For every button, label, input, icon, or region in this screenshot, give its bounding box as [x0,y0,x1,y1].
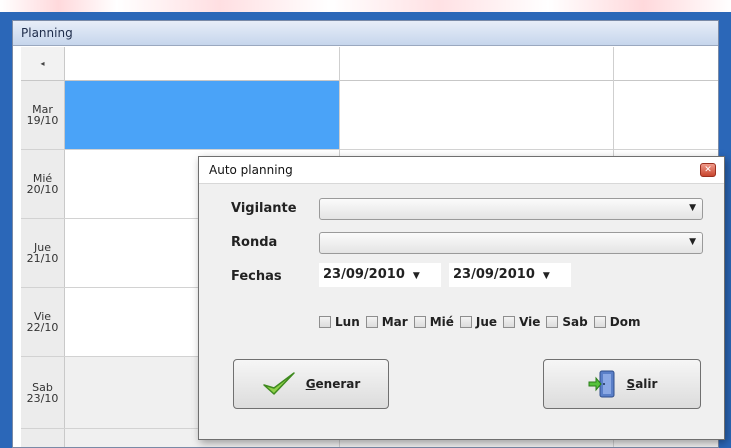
close-button[interactable]: ✕ [700,163,716,177]
checkbox-sab[interactable]: Sab [546,315,588,329]
vigilante-label: Vigilante [231,201,297,216]
window-frame-left [0,12,12,448]
generar-button[interactable]: Generar [233,359,389,409]
chevron-down-icon: ▼ [542,271,550,281]
checkbox-icon[interactable] [413,316,426,328]
weekday-checkboxes: Lun Mar Mié Jue Vie Sab Dom [319,315,640,329]
checkmark-icon [262,372,295,395]
close-icon: ✕ [704,165,712,175]
fechas-label: Fechas [231,269,282,284]
row-date-cell: Sab 23/10 [21,357,65,428]
chevron-down-icon: ▼ [689,203,696,213]
chevron-down-icon: ▼ [689,237,696,247]
date-to-picker[interactable]: 23/09/2010 ▼ [449,263,571,287]
selected-cell[interactable] [65,81,339,149]
row-date-cell: Mié 20/10 [21,150,65,218]
planning-title: Planning [13,21,718,46]
date-from-picker[interactable]: 23/09/2010 ▼ [319,263,441,287]
checkbox-icon[interactable] [365,316,378,328]
dialog-title: Auto planning ✕ [199,157,724,184]
checkbox-vie[interactable]: Vie [503,315,540,329]
row-date-cell: Mar 19/10 [21,81,65,149]
row-date-cell: Vie 22/10 [21,288,65,356]
chevron-down-icon: ▼ [412,271,420,281]
salir-button[interactable]: Salir [543,359,701,409]
checkbox-icon[interactable] [459,316,472,328]
checkbox-icon[interactable] [319,316,331,328]
checkbox-lun[interactable]: Lun [319,315,360,329]
exit-door-icon [588,370,615,398]
checkbox-mar[interactable]: Mar [365,315,408,329]
arrow-left-icon: ◂ [40,59,45,68]
scroll-left-button[interactable]: ◂ [21,47,65,80]
window-frame-top [0,12,731,20]
checkbox-icon[interactable] [546,316,559,328]
row-date-cell [21,429,65,447]
checkbox-dom[interactable]: Dom [593,315,640,329]
checkbox-jue[interactable]: Jue [459,315,497,329]
row-date-cell: Jue 21/10 [21,219,65,287]
checkbox-icon[interactable] [503,316,516,328]
ronda-select[interactable]: ▼ [319,232,703,254]
ronda-label: Ronda [231,235,278,250]
auto-planning-dialog: Auto planning ✕ Vigilante ▼ Ronda ▼ Fech… [198,156,725,440]
checkbox-mie[interactable]: Mié [413,315,454,329]
vigilante-select[interactable]: ▼ [319,198,703,220]
checkbox-icon[interactable] [593,316,606,328]
